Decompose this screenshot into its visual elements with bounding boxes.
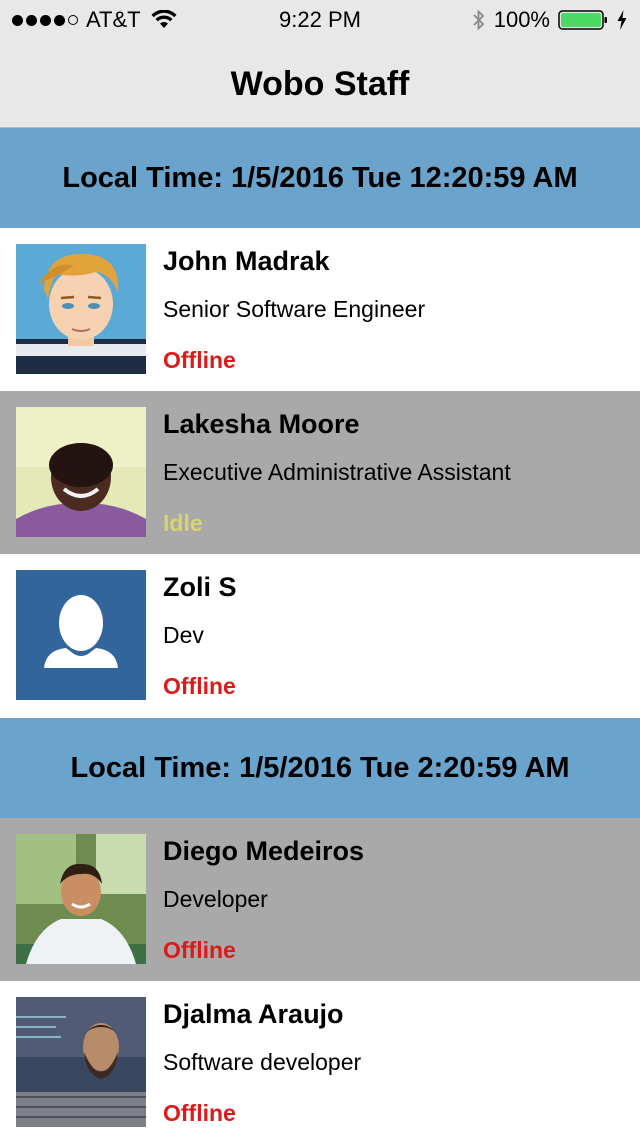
staff-row[interactable]: Zoli S Dev Offline <box>0 554 640 717</box>
status-offline: Offline <box>163 347 236 373</box>
avatar <box>16 997 146 1127</box>
charging-bolt-icon <box>617 10 627 30</box>
staff-name: John Madrak <box>163 246 330 276</box>
staff-name: Zoli S <box>163 572 237 602</box>
staff-role: Executive Administrative Assistant <box>163 459 511 485</box>
staff-row[interactable]: Diego Medeiros Developer Offline <box>0 818 640 981</box>
staff-role: Developer <box>163 886 268 912</box>
staff-role: Software developer <box>163 1049 362 1075</box>
avatar-placeholder <box>16 570 146 700</box>
section-header-local-time: Local Time: 1/5/2016 Tue 12:20:59 AM <box>0 128 640 228</box>
status-idle: Idle <box>163 510 203 536</box>
page-title: Wobo Staff <box>230 65 410 103</box>
section-header-local-time: Local Time: 1/5/2016 Tue 2:20:59 AM <box>0 718 640 818</box>
staff-role: Dev <box>163 622 204 648</box>
staff-row[interactable]: Lakesha Moore Executive Administrative A… <box>0 391 640 554</box>
avatar <box>16 834 146 964</box>
battery-percentage: 100% <box>493 7 550 32</box>
bluetooth-icon <box>473 9 484 31</box>
staff-name: Diego Medeiros <box>163 836 365 866</box>
status-bar: AT&T 9:22 PM 100% <box>0 0 640 40</box>
staff-row[interactable]: Djalma Araujo Software developer Offline <box>0 981 640 1144</box>
status-offline: Offline <box>163 937 236 963</box>
avatar <box>16 244 146 374</box>
battery-icon <box>558 10 607 30</box>
status-bar-right: 100% <box>472 0 628 40</box>
avatar <box>16 407 146 537</box>
navigation-bar: Wobo Staff <box>0 40 640 128</box>
status-offline: Offline <box>163 1100 236 1126</box>
staff-role: Senior Software Engineer <box>163 296 426 322</box>
staff-name: Djalma Araujo <box>163 999 344 1029</box>
staff-name: Lakesha Moore <box>163 409 360 439</box>
staff-row[interactable]: John Madrak Senior Software Engineer Off… <box>0 228 640 391</box>
status-offline: Offline <box>163 673 236 699</box>
